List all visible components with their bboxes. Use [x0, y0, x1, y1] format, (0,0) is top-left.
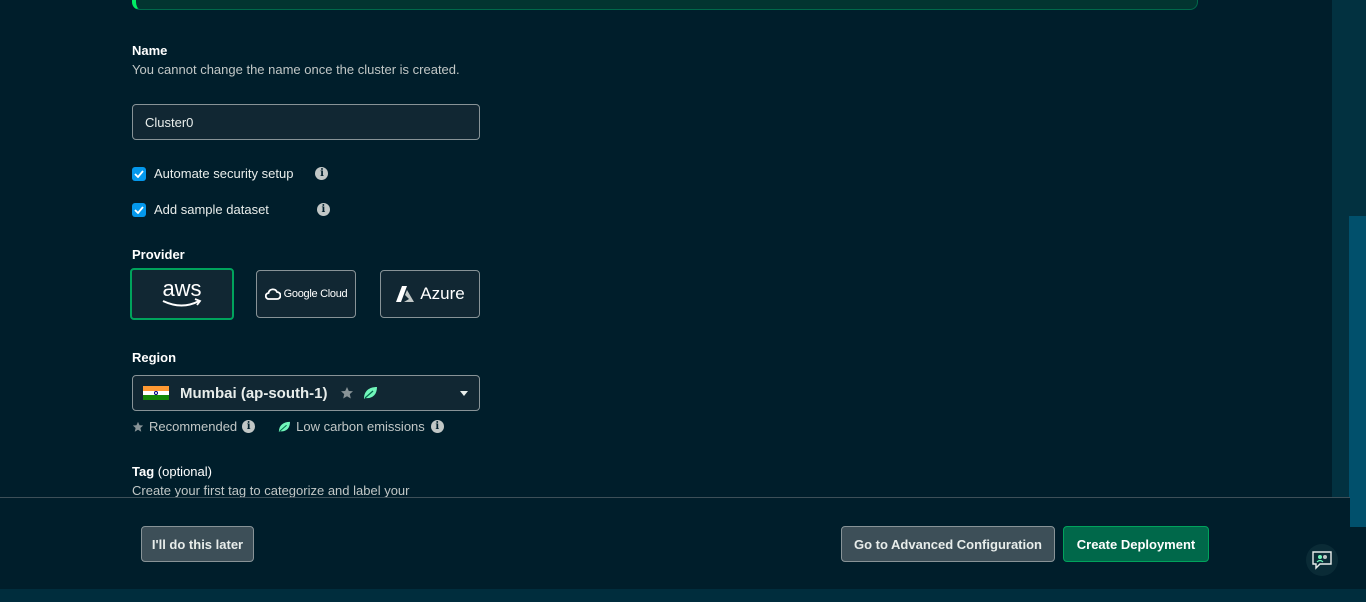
create-deployment-button[interactable]: Create Deployment — [1063, 526, 1209, 562]
tag-label: Tag (optional) — [132, 464, 212, 479]
automate-security-label: Automate security setup — [154, 166, 294, 181]
info-icon[interactable]: i — [430, 420, 444, 433]
aws-logo-text: aws — [162, 277, 201, 301]
automate-security-option[interactable]: Automate security setup i — [132, 166, 329, 181]
tag-label-text: Tag — [132, 464, 155, 479]
chat-icon — [1312, 551, 1332, 570]
star-icon — [340, 387, 353, 399]
check-icon — [134, 169, 144, 178]
info-icon[interactable]: i — [242, 420, 256, 433]
sample-dataset-checkbox[interactable] — [132, 202, 146, 217]
region-select[interactable]: Mumbai (ap-south-1) — [132, 375, 480, 411]
selected-region-text: Mumbai (ap-south-1) — [180, 384, 328, 402]
name-help-text: You cannot change the name once the clus… — [132, 62, 460, 77]
provider-aws-card[interactable]: aws — [130, 268, 234, 320]
automate-security-checkbox[interactable] — [132, 166, 146, 181]
advanced-configuration-button[interactable]: Go to Advanced Configuration — [841, 526, 1055, 562]
caret-down-icon — [460, 390, 468, 396]
sample-dataset-option[interactable]: Add sample dataset i — [132, 202, 330, 217]
google-cloud-icon — [264, 288, 281, 300]
azure-icon — [396, 286, 415, 302]
legend-low-carbon: Low carbon emissions — [296, 419, 425, 434]
bottom-strip — [0, 589, 1366, 602]
azure-label: Azure — [420, 284, 465, 303]
cluster-name-input[interactable] — [132, 104, 480, 140]
leaf-icon — [279, 421, 291, 432]
info-icon[interactable]: i — [316, 203, 330, 216]
provider-label: Provider — [132, 247, 185, 262]
top-banner — [132, 0, 1198, 10]
provider-gcp-card[interactable]: Google Cloud — [256, 270, 356, 318]
footer-bar: I'll do this later Go to Advanced Config… — [0, 497, 1350, 590]
aws-logo: aws — [162, 277, 202, 307]
region-legend: Recommended i Low carbon emissions i — [132, 419, 444, 434]
legend-recommended: Recommended — [149, 419, 238, 434]
chat-support-button[interactable] — [1306, 544, 1338, 576]
star-icon — [132, 421, 144, 432]
india-flag-icon — [143, 386, 169, 401]
tag-optional-text: (optional) — [157, 464, 212, 479]
check-icon — [134, 205, 144, 214]
info-icon[interactable]: i — [315, 167, 329, 180]
google-cloud-label: Google Cloud — [283, 288, 348, 300]
leaf-icon — [363, 387, 377, 399]
sample-dataset-label: Add sample dataset — [154, 202, 269, 217]
do-later-button[interactable]: I'll do this later — [141, 526, 254, 562]
name-label: Name — [132, 43, 168, 58]
scrollbar-thumb[interactable] — [1349, 216, 1366, 527]
region-label: Region — [132, 350, 177, 365]
provider-azure-card[interactable]: Azure — [380, 270, 480, 318]
